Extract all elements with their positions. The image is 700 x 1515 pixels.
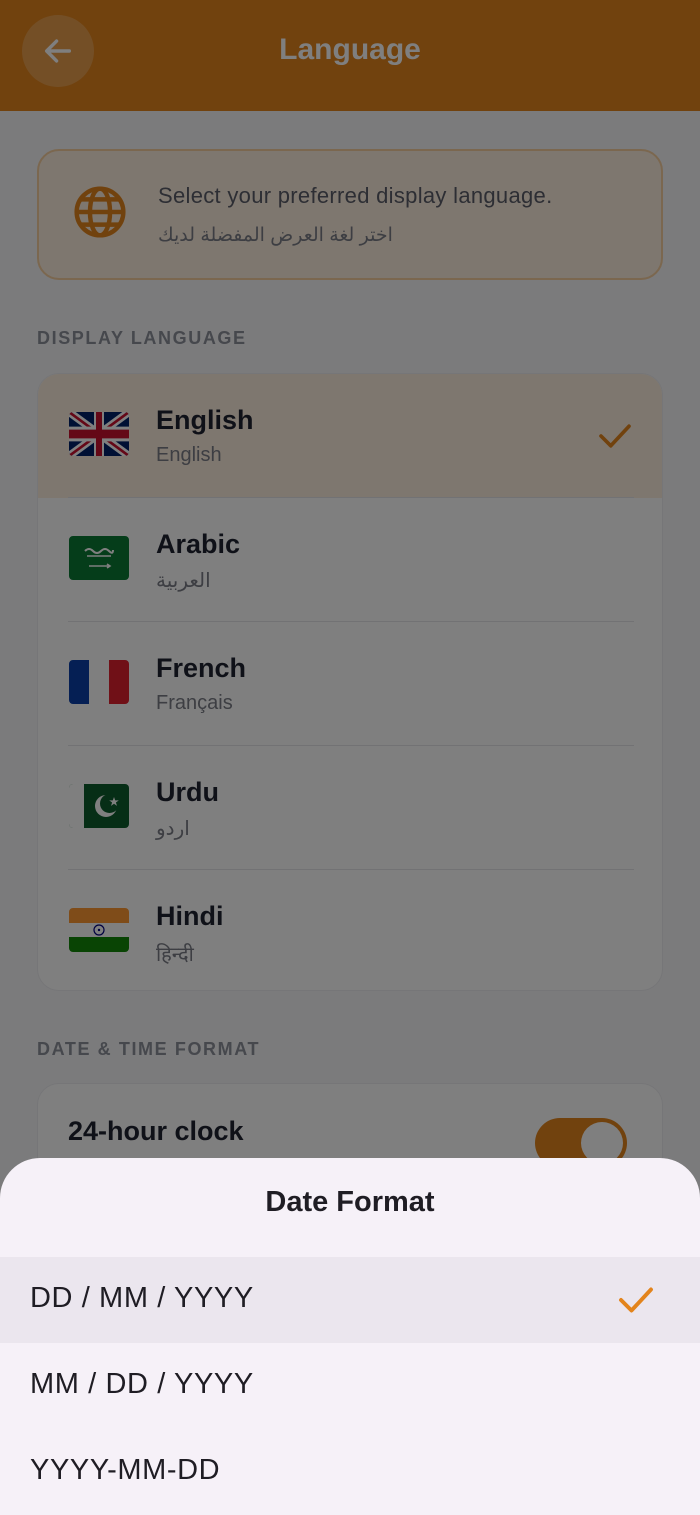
date-format-option-yyyy-mm-dd[interactable]: YYYY-MM-DD — [0, 1429, 700, 1515]
sheet-title: Date Format — [265, 1186, 435, 1218]
date-format-option-mm-dd-yyyy[interactable]: MM / DD / YYYY — [0, 1343, 700, 1429]
date-format-sheet: Date Format DD / MM / YYYY MM / DD / YYY… — [0, 1158, 700, 1515]
language-settings-screen: Language Select your preferred display l… — [0, 0, 700, 1515]
option-label: MM / DD / YYYY — [30, 1368, 254, 1400]
check-icon — [619, 1287, 653, 1313]
date-format-option-dd-mm-yyyy[interactable]: DD / MM / YYYY — [0, 1257, 700, 1343]
option-label: YYYY-MM-DD — [30, 1454, 221, 1486]
option-label: DD / MM / YYYY — [30, 1282, 254, 1314]
